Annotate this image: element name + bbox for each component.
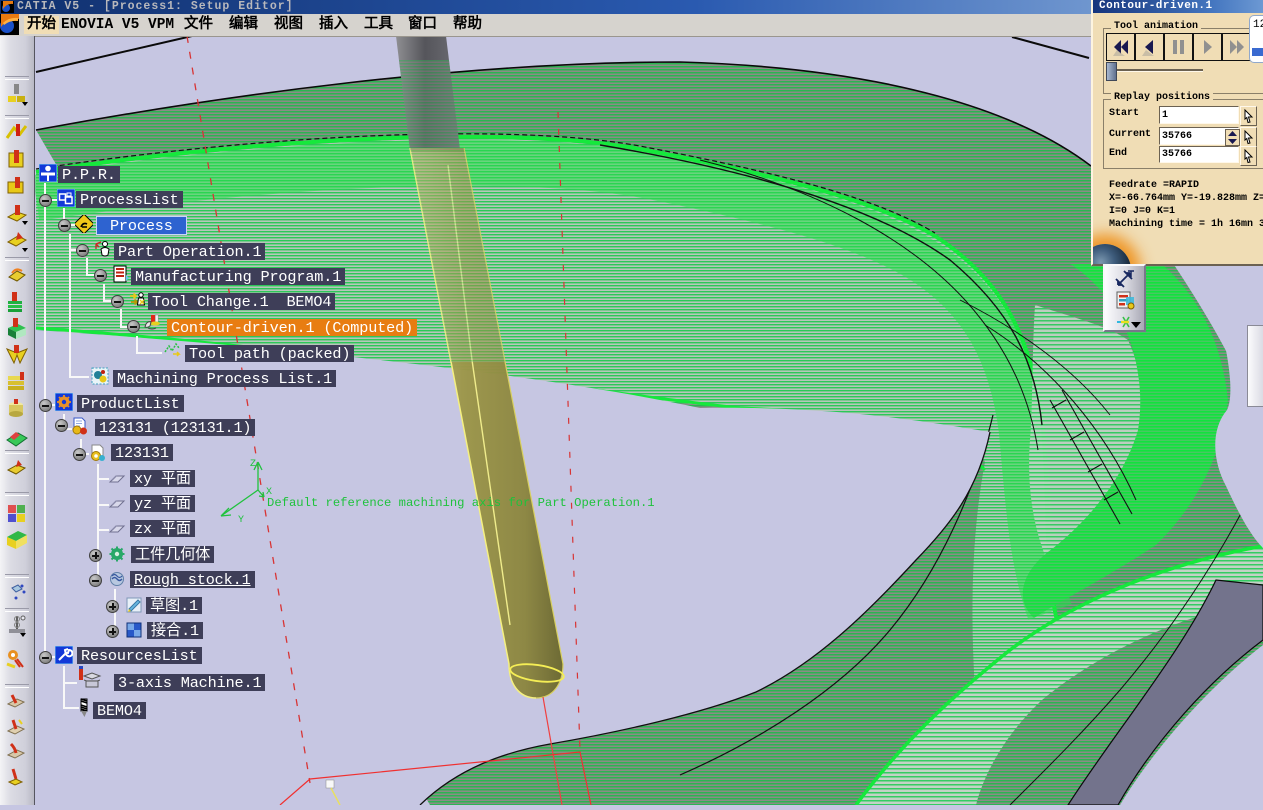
svg-text:Y: Y xyxy=(238,515,244,526)
svg-text:Default reference machining ax: Default reference machining axis for Par… xyxy=(267,496,655,510)
svg-text:Z: Z xyxy=(250,459,256,470)
